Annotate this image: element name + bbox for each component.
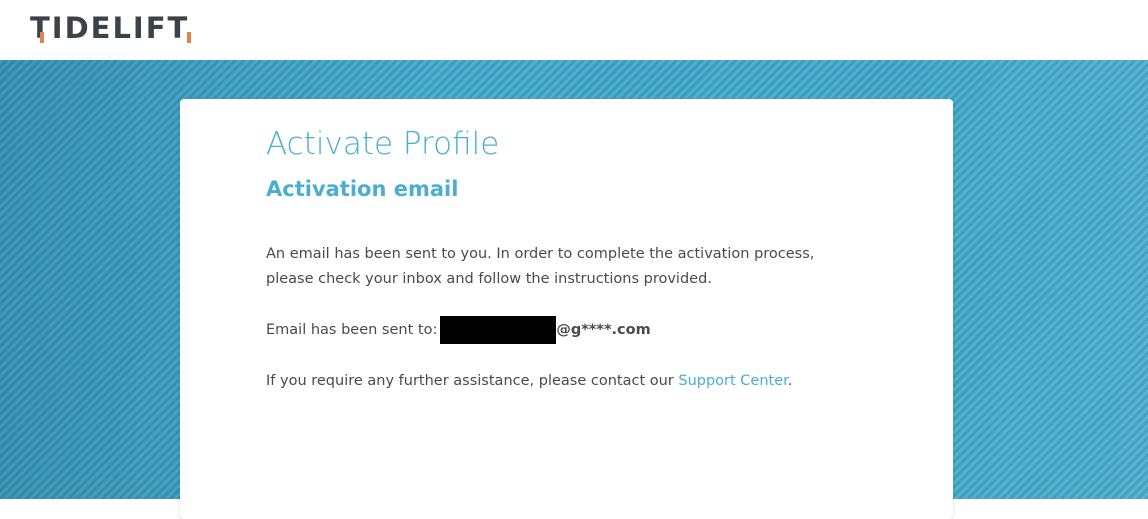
email-sent-label: Email has been sent to: xyxy=(266,321,438,338)
logo-text: TIDELIFT xyxy=(30,11,190,45)
assistance-suffix: . xyxy=(787,373,793,389)
assistance-text: If you require any further assistance, p… xyxy=(266,373,679,389)
section-subtitle: Activation email xyxy=(266,177,459,201)
activation-message: An email has been sent to you. In order … xyxy=(266,246,815,287)
email-domain: @g****.com xyxy=(556,321,651,338)
page-title: Activate Profile xyxy=(266,126,500,162)
support-center-link[interactable]: Support Center xyxy=(678,373,787,389)
assistance-line: If you require any further assistance, p… xyxy=(266,369,866,394)
email-sent-line: Email has been sent to: @g****.com xyxy=(266,316,866,344)
logo-accent-mark xyxy=(40,32,44,43)
activation-card: Activate Profile Activation email An ema… xyxy=(180,99,953,519)
tidelift-logo[interactable]: TIDELIFT xyxy=(30,11,191,45)
redacted-email-block xyxy=(440,316,557,344)
logo-accent-mark xyxy=(187,32,191,43)
card-content: Activate Profile Activation email An ema… xyxy=(266,123,866,394)
top-header: TIDELIFT xyxy=(0,0,1148,60)
